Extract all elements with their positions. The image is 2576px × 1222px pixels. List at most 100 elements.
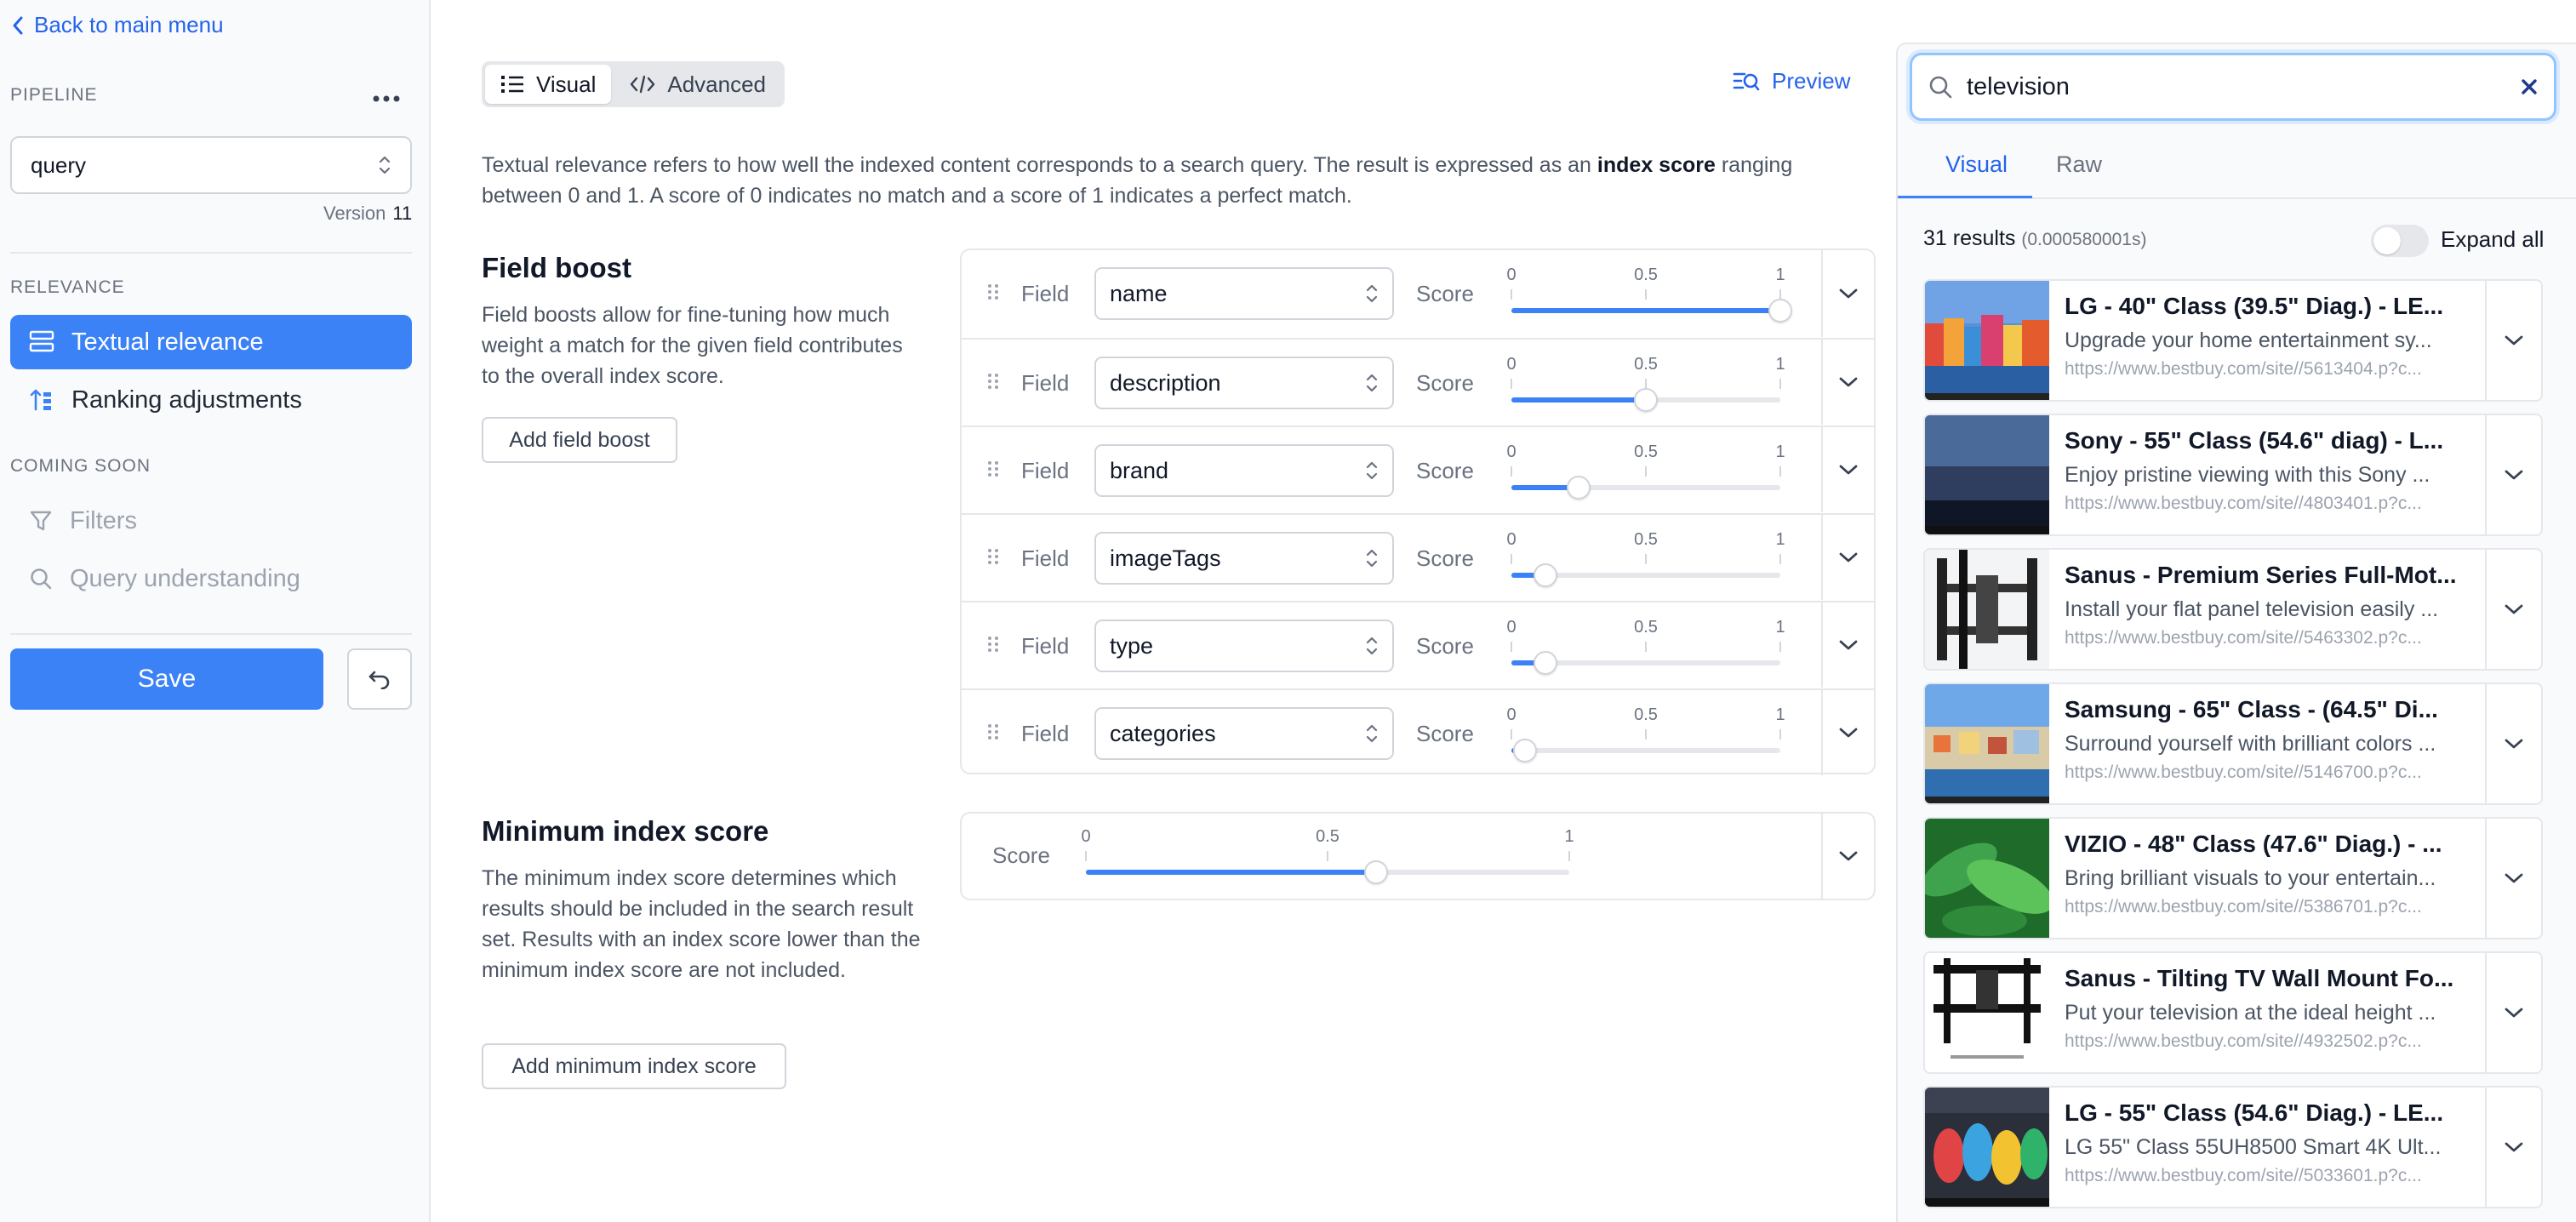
chevron-down-icon [2504, 738, 2524, 750]
preview-button[interactable]: Preview [1733, 68, 1850, 94]
slider-track[interactable] [1511, 476, 1780, 500]
drag-handle-icon[interactable] [987, 373, 999, 393]
relevance-section-title: RELEVANCE [10, 277, 125, 297]
expand-result-button[interactable] [2485, 1088, 2541, 1207]
search-input[interactable] [1967, 72, 2506, 101]
field-select[interactable]: imageTags [1094, 532, 1394, 585]
expand-all-toggle[interactable] [2371, 225, 2429, 257]
field-label: Field [1021, 633, 1070, 659]
drag-handle-icon[interactable] [987, 548, 999, 568]
expand-result-button[interactable] [2485, 684, 2541, 803]
slider-tick-mark [1645, 642, 1647, 652]
expand-result-button[interactable] [2485, 415, 2541, 534]
back-to-main-menu-link[interactable]: Back to main menu [12, 12, 224, 38]
score-slider[interactable]: 0 0.5 1 [1506, 266, 1792, 325]
result-card[interactable]: VIZIO - 48" Class (47.6" Diag.) - ... Bri… [1923, 817, 2543, 939]
slider-thumb[interactable] [1567, 476, 1591, 500]
result-description: Enjoy pristine viewing with this Sony ..… [2065, 463, 2430, 487]
result-card[interactable]: LG - 55" Class (54.6" Diag.) - LE... LG 5… [1923, 1086, 2543, 1208]
slider-thumb[interactable] [1512, 739, 1537, 762]
field-boost-row: Field description Score 0 0.5 1 [962, 338, 1874, 425]
result-card[interactable]: Sanus - Premium Series Full-Mot... Instal… [1923, 548, 2543, 671]
slider-tick-label: 1 [1775, 618, 1785, 637]
slider-track[interactable] [1511, 299, 1792, 323]
slider-tick-mark [1645, 729, 1647, 739]
slider-track[interactable] [1511, 651, 1780, 675]
undo-button[interactable] [347, 648, 412, 710]
slider-thumb[interactable] [1533, 651, 1557, 675]
slider-track[interactable] [1511, 739, 1780, 762]
save-button[interactable]: Save [10, 648, 323, 710]
slider-track[interactable] [1511, 388, 1780, 412]
tab-visual[interactable]: Visual [485, 65, 612, 104]
expand-result-button[interactable] [2485, 281, 2541, 400]
slider-track[interactable] [1086, 860, 1569, 884]
expand-row-button[interactable] [1821, 250, 1874, 337]
field-select[interactable]: description [1094, 357, 1394, 409]
drag-handle-icon[interactable] [987, 636, 999, 656]
slider-thumb[interactable] [1768, 299, 1792, 323]
add-field-boost-button[interactable]: Add field boost [482, 417, 677, 463]
field-select[interactable]: categories [1094, 707, 1394, 760]
pipeline-select[interactable]: query [10, 136, 412, 194]
drag-handle-icon[interactable] [987, 283, 999, 304]
score-slider[interactable]: 0 0.5 1 [1506, 355, 1785, 414]
result-card[interactable]: LG - 40" Class (39.5" Diag.) - LE... Upgr… [1923, 279, 2543, 402]
field-select[interactable]: name [1094, 267, 1394, 320]
slider-tick-label: 0 [1506, 705, 1516, 724]
add-min-score-button[interactable]: Add minimum index score [482, 1043, 786, 1089]
score-slider[interactable]: 0 0.5 1 [1506, 530, 1785, 590]
score-slider[interactable]: 0 0.5 1 [1506, 443, 1785, 502]
slider-tick-mark [1645, 466, 1647, 477]
nav-item-ranking-adjustments[interactable]: Ranking adjustments [10, 373, 412, 427]
drag-handle-icon[interactable] [987, 460, 999, 481]
slider-thumb[interactable] [1634, 388, 1658, 412]
more-options-icon[interactable] [373, 95, 400, 102]
version-number: 11 [392, 203, 413, 224]
expand-row-button[interactable] [1821, 340, 1874, 425]
score-label: Score [1416, 458, 1474, 483]
slider-thumb[interactable] [1533, 563, 1557, 587]
score-slider[interactable]: 0 0.5 1 [1506, 705, 1785, 765]
expand-result-button[interactable] [2485, 953, 2541, 1072]
tab-results-raw[interactable]: Raw [2056, 151, 2102, 178]
tab-advanced[interactable]: Advanced [614, 65, 781, 104]
score-slider[interactable]: 0 0.5 1 [1506, 618, 1785, 677]
result-card[interactable]: Sanus - Tilting TV Wall Mount Fo... Put y… [1923, 951, 2543, 1074]
result-card[interactable]: Samsung - 65" Class - (64.5" Di... Surrou… [1923, 682, 2543, 805]
expand-row-button[interactable] [1821, 427, 1874, 512]
field-select[interactable]: type [1094, 620, 1394, 672]
field-value: brand [1110, 457, 1169, 483]
field-boost-panel: Field name Score 0 0.5 1 Field description Score… [960, 248, 1876, 775]
min-score-title: Minimum index score [482, 815, 769, 847]
slider-tick-label: 0.5 [1634, 530, 1658, 549]
result-title: Sanus - Premium Series Full-Mot... [2065, 562, 2457, 588]
result-description: Put your television at the ideal height … [2065, 1001, 2436, 1025]
expand-row-button[interactable] [1821, 515, 1874, 600]
result-title: LG - 55" Class (54.6" Diag.) - LE... [2065, 1099, 2444, 1126]
clear-search-icon[interactable] [2520, 77, 2539, 96]
slider-thumb[interactable] [1363, 860, 1388, 884]
slider-tick-label: 1 [1775, 355, 1785, 374]
slider-track[interactable] [1511, 563, 1780, 587]
result-url: https://www.bestbuy.com/site//5033601.p?… [2065, 1166, 2422, 1185]
expand-result-button[interactable] [2485, 819, 2541, 938]
score-label: Score [1416, 545, 1474, 571]
tab-results-visual[interactable]: Visual [1945, 151, 2008, 178]
expand-row-button[interactable] [1821, 690, 1874, 775]
result-card[interactable]: Sony - 55" Class (54.6" diag) - L... Enjo… [1923, 414, 2543, 536]
slider-tick-label: 0 [1506, 355, 1516, 374]
result-url: https://www.bestbuy.com/site//5613404.p?… [2065, 359, 2422, 379]
field-select[interactable]: brand [1094, 444, 1394, 497]
intro-text: Textual relevance refers to how well the… [482, 150, 1843, 211]
expand-row-button[interactable] [1821, 602, 1874, 688]
expand-result-button[interactable] [2485, 550, 2541, 669]
tab-label: Advanced [667, 71, 767, 97]
search-box[interactable] [1910, 53, 2556, 121]
preview-search-icon [1733, 71, 1760, 93]
min-score-slider[interactable]: 0 0.5 1 [1081, 827, 1574, 887]
drag-handle-icon[interactable] [987, 723, 999, 744]
nav-item-textual-relevance[interactable]: Textual relevance [10, 315, 412, 369]
slider-tick-label: 0 [1081, 827, 1091, 846]
expand-min-score-button[interactable] [1821, 814, 1874, 899]
